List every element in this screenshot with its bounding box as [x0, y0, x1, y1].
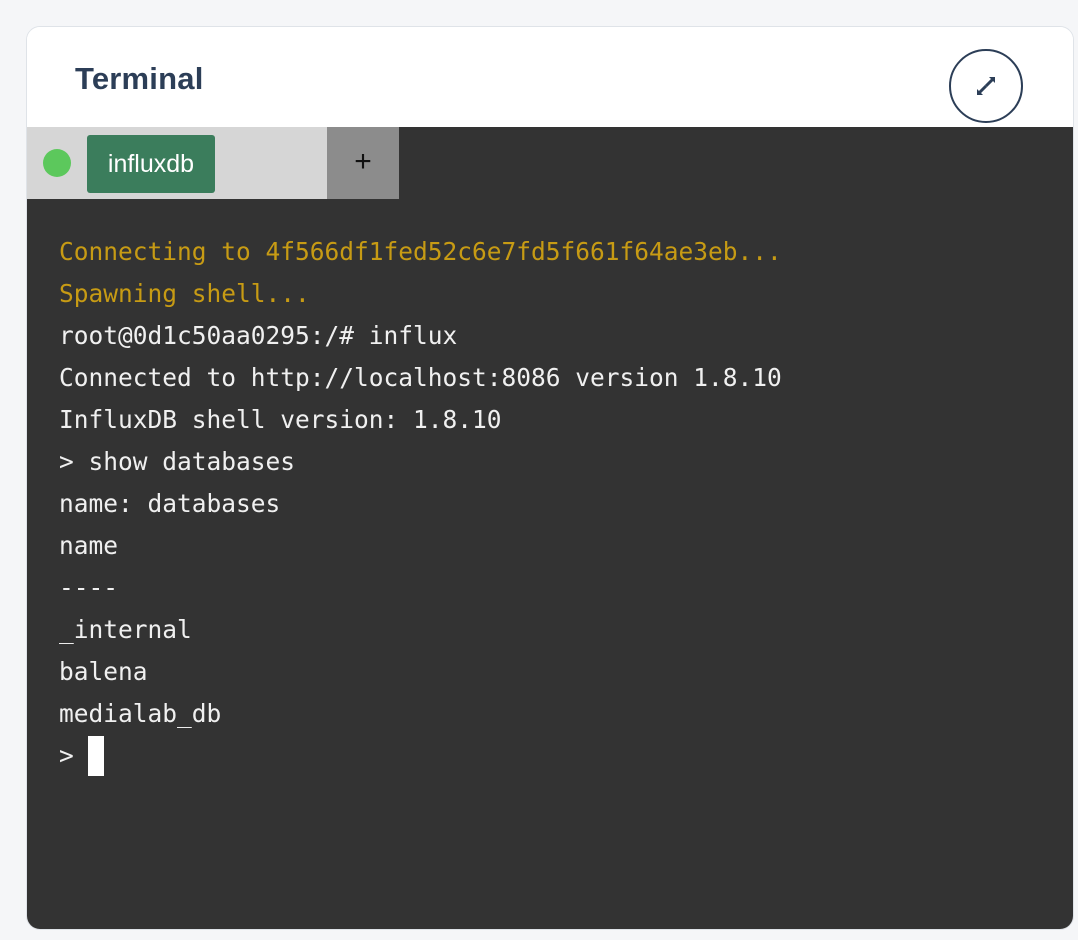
panel-title: Terminal — [75, 61, 204, 96]
terminal-line: balena — [59, 657, 148, 686]
terminal-window[interactable]: influxdb + Connecting to 4f566df1fed52c6… — [27, 127, 1073, 929]
terminal-line: Connected to http://localhost:8086 versi… — [59, 363, 782, 392]
terminal-output: Connecting to 4f566df1fed52c6e7fd5f661f6… — [59, 231, 1053, 777]
terminal-line: medialab_db — [59, 699, 222, 728]
panel-header: Terminal — [27, 27, 1073, 127]
text-cursor — [87, 736, 104, 776]
add-tab-button[interactable]: + — [327, 127, 399, 199]
terminal-line: _internal — [59, 615, 192, 644]
prompt-symbol: > — [59, 741, 74, 770]
terminal-line: name — [59, 531, 119, 560]
terminal-line: > show databases — [59, 447, 296, 476]
page: Terminal influxdb + Connecting to 4f566d… — [0, 0, 1078, 940]
terminal-line: ---- — [59, 573, 119, 602]
terminal-tab-bar: influxdb + — [27, 127, 399, 199]
terminal-line: Connecting to 4f566df1fed52c6e7fd5f661f6… — [59, 237, 782, 266]
expand-arrows-icon — [977, 77, 995, 95]
terminal-line: InfluxDB shell version: 1.8.10 — [59, 405, 502, 434]
terminal-input-line[interactable]: > — [59, 735, 1053, 777]
terminal-line: Spawning shell... — [59, 279, 310, 308]
terminal-line: root@0d1c50aa0295:/# influx — [59, 321, 458, 350]
expand-button[interactable] — [949, 49, 1023, 123]
tab-influxdb[interactable]: influxdb — [87, 135, 215, 193]
connection-status-dot — [43, 149, 71, 177]
terminal-line: name: databases — [59, 489, 281, 518]
terminal-panel: Terminal influxdb + Connecting to 4f566d… — [26, 26, 1074, 930]
